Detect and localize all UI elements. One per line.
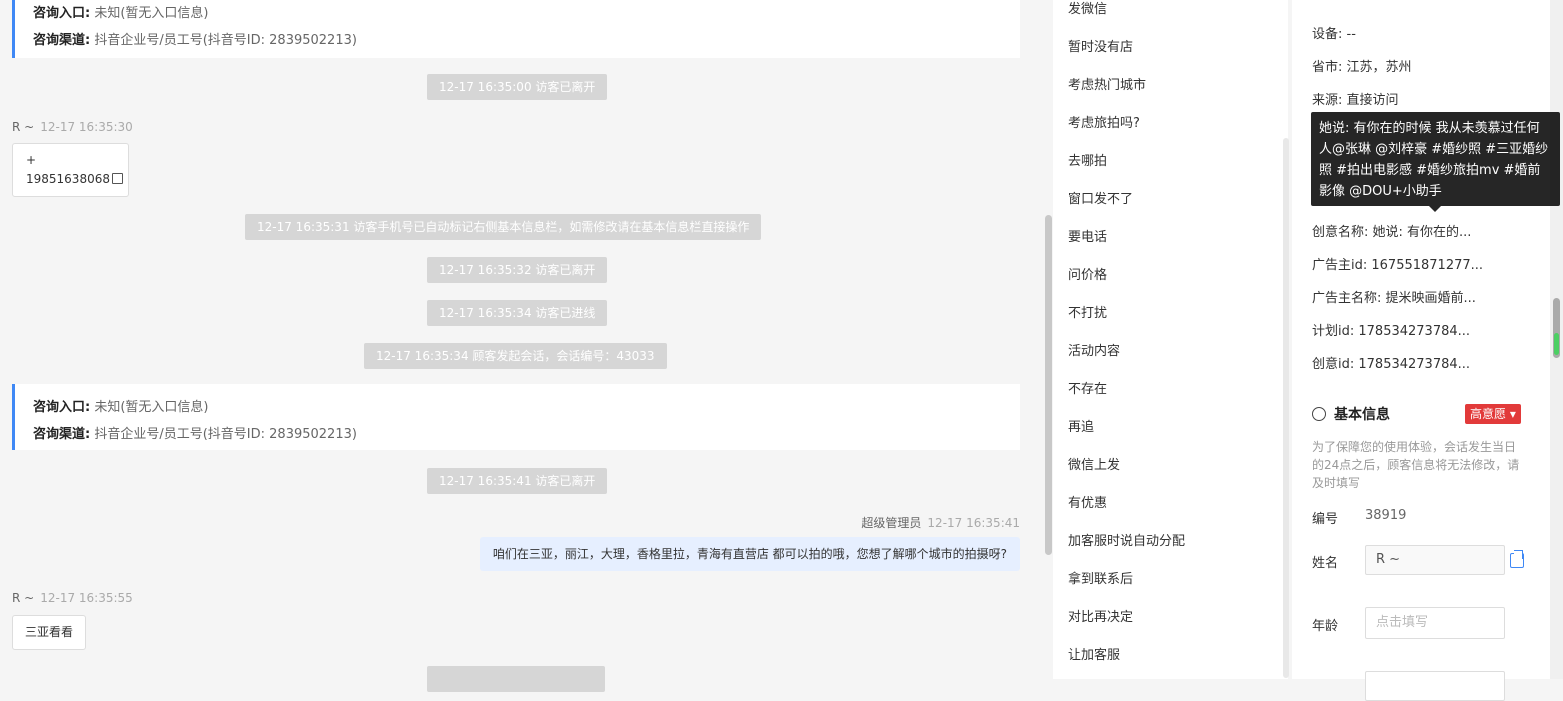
quick-reply-item[interactable]: 去哪拍 — [1068, 150, 1107, 169]
entry-label: 咨询入口: — [33, 400, 91, 415]
system-message: 12-17 16:35:00 访客已离开 — [427, 74, 608, 100]
visitor-message[interactable]: + 19851638068 — [12, 143, 129, 197]
quick-reply-item[interactable]: 让加客服 — [1068, 644, 1120, 663]
basic-info-title: 基本信息 — [1312, 404, 1390, 424]
id-label: 编号 — [1312, 512, 1339, 527]
message-sender: 超级管理员 12-17 16:35:41 — [861, 516, 1020, 530]
quick-reply-item[interactable]: 考虑热门城市 — [1068, 74, 1146, 93]
message-sender: R ~12-17 16:35:30 — [12, 120, 133, 134]
quick-reply-scrollbar[interactable] — [1283, 138, 1289, 678]
chat-scrollbar-thumb[interactable] — [1045, 215, 1052, 555]
province-field: 省市: 江苏，苏州 — [1312, 60, 1412, 75]
edit-icon[interactable] — [1510, 550, 1524, 568]
system-message: 12-17 16:35:31 访客手机号已自动标记右侧基本信息栏，如需修改请在基… — [245, 214, 762, 240]
channel-value: 抖音企业号/员工号(抖音号ID: 2839502213) — [94, 427, 357, 442]
quick-reply-item[interactable]: 微信上发 — [1068, 454, 1120, 473]
age-field[interactable]: 点击填写 — [1365, 607, 1505, 639]
creative-tooltip: 她说: 有你在的时候 我从未羡慕过任何人@张琳 @刘梓豪 #婚纱照 #三亚婚纱照… — [1311, 112, 1560, 212]
quick-reply-item[interactable]: 要电话 — [1068, 226, 1107, 245]
system-message — [427, 666, 605, 692]
quick-reply-item[interactable]: 拿到联系后 — [1068, 568, 1133, 587]
consult-info-card: 咨询入口: 未知(暂无入口信息) 咨询渠道: 抖音企业号/员工号(抖音号ID: … — [12, 0, 1020, 58]
quick-reply-item[interactable]: 不打扰 — [1068, 302, 1107, 321]
age-label: 年龄 — [1312, 619, 1339, 634]
device-field: 设备: -- — [1312, 27, 1356, 42]
name-label: 姓名 — [1312, 556, 1339, 571]
advertiser-id-field[interactable]: 广告主id: 167551871277... — [1312, 254, 1483, 273]
channel-label: 咨询渠道: — [33, 427, 91, 442]
source-field: 来源: 直接访问 — [1312, 93, 1399, 108]
advertiser-name-field[interactable]: 广告主名称: 提米映画婚前... — [1312, 287, 1476, 306]
system-message: 12-17 16:35:32 访客已离开 — [427, 257, 608, 283]
quick-reply-item[interactable]: 考虑旅拍吗? — [1068, 112, 1140, 131]
channel-value: 抖音企业号/员工号(抖音号ID: 2839502213) — [94, 33, 357, 48]
plan-id-field[interactable]: 计划id: 178534273784... — [1312, 320, 1470, 339]
quick-reply-item[interactable]: 对比再决定 — [1068, 606, 1133, 625]
quick-reply-list: 发微信暂时没有店考虑热门城市 考虑旅拍吗? 去哪拍窗口发不了要电话问价格不打扰活动内… — [1053, 0, 1288, 679]
user-circle-icon — [1312, 407, 1326, 421]
name-field[interactable]: R ~ — [1365, 545, 1505, 575]
chat-scrollbar[interactable] — [1045, 0, 1053, 679]
quick-reply-item[interactable]: 窗口发不了 — [1068, 188, 1133, 207]
quick-reply-item[interactable]: 活动内容 — [1068, 340, 1120, 359]
scroll-indicator — [1554, 333, 1559, 355]
system-message: 12-17 16:35:41 访客已离开 — [427, 468, 608, 494]
quick-reply-item[interactable]: 问价格 — [1068, 264, 1107, 283]
quick-reply-item[interactable]: 不存在 — [1068, 378, 1107, 397]
visitor-info-panel: 设备: -- 省市: 江苏，苏州 来源: 直接访问 创意名称: 她说: 有你在的… — [1292, 0, 1550, 701]
panel-scrollbar[interactable] — [1550, 0, 1563, 679]
quick-reply-item[interactable]: 暂时没有店 — [1068, 36, 1133, 55]
entry-value: 未知(暂无入口信息) — [94, 6, 209, 21]
quick-reply-item[interactable]: 再追 — [1068, 416, 1094, 435]
channel-label: 咨询渠道: — [33, 33, 91, 48]
chat-area: 咨询入口: 未知(暂无入口信息) 咨询渠道: 抖音企业号/员工号(抖音号ID: … — [0, 0, 1045, 692]
message-sender: R ~12-17 16:35:55 — [12, 591, 133, 605]
consult-info-card: 咨询入口: 未知(暂无入口信息) 咨询渠道: 抖音企业号/员工号(抖音号ID: … — [12, 384, 1020, 450]
quick-reply-item[interactable]: 有优惠 — [1068, 492, 1107, 511]
intent-badge[interactable]: 高意愿 ▾ — [1465, 404, 1521, 424]
agent-message[interactable]: 咱们在三亚，丽江，大理，香格里拉，青海有直营店 都可以拍的哦，您想了解哪个城市的… — [479, 537, 1020, 571]
entry-value: 未知(暂无入口信息) — [94, 400, 209, 415]
system-message: 12-17 16:35:34 顾客发起会话，会话编号：43033 — [364, 343, 667, 369]
system-message: 12-17 16:35:34 访客已进线 — [427, 300, 608, 326]
creative-name-field[interactable]: 创意名称: 她说: 有你在的... — [1312, 221, 1471, 240]
visitor-message[interactable]: 三亚看看 — [12, 615, 87, 650]
quick-reply-item[interactable]: 加客服时说自动分配 — [1068, 530, 1185, 549]
copy-icon[interactable] — [111, 173, 123, 184]
id-value: 38919 — [1365, 508, 1407, 523]
info-note: 为了保障您的使用体验，会话发生当日的24点之后，顾客信息将无法修改，请及时填写 — [1312, 440, 1520, 490]
creative-id-field[interactable]: 创意id: 178534273784... — [1312, 353, 1470, 372]
entry-label: 咨询入口: — [33, 6, 91, 21]
quick-reply-item[interactable]: 发微信 — [1068, 0, 1107, 17]
next-field[interactable] — [1365, 671, 1505, 701]
